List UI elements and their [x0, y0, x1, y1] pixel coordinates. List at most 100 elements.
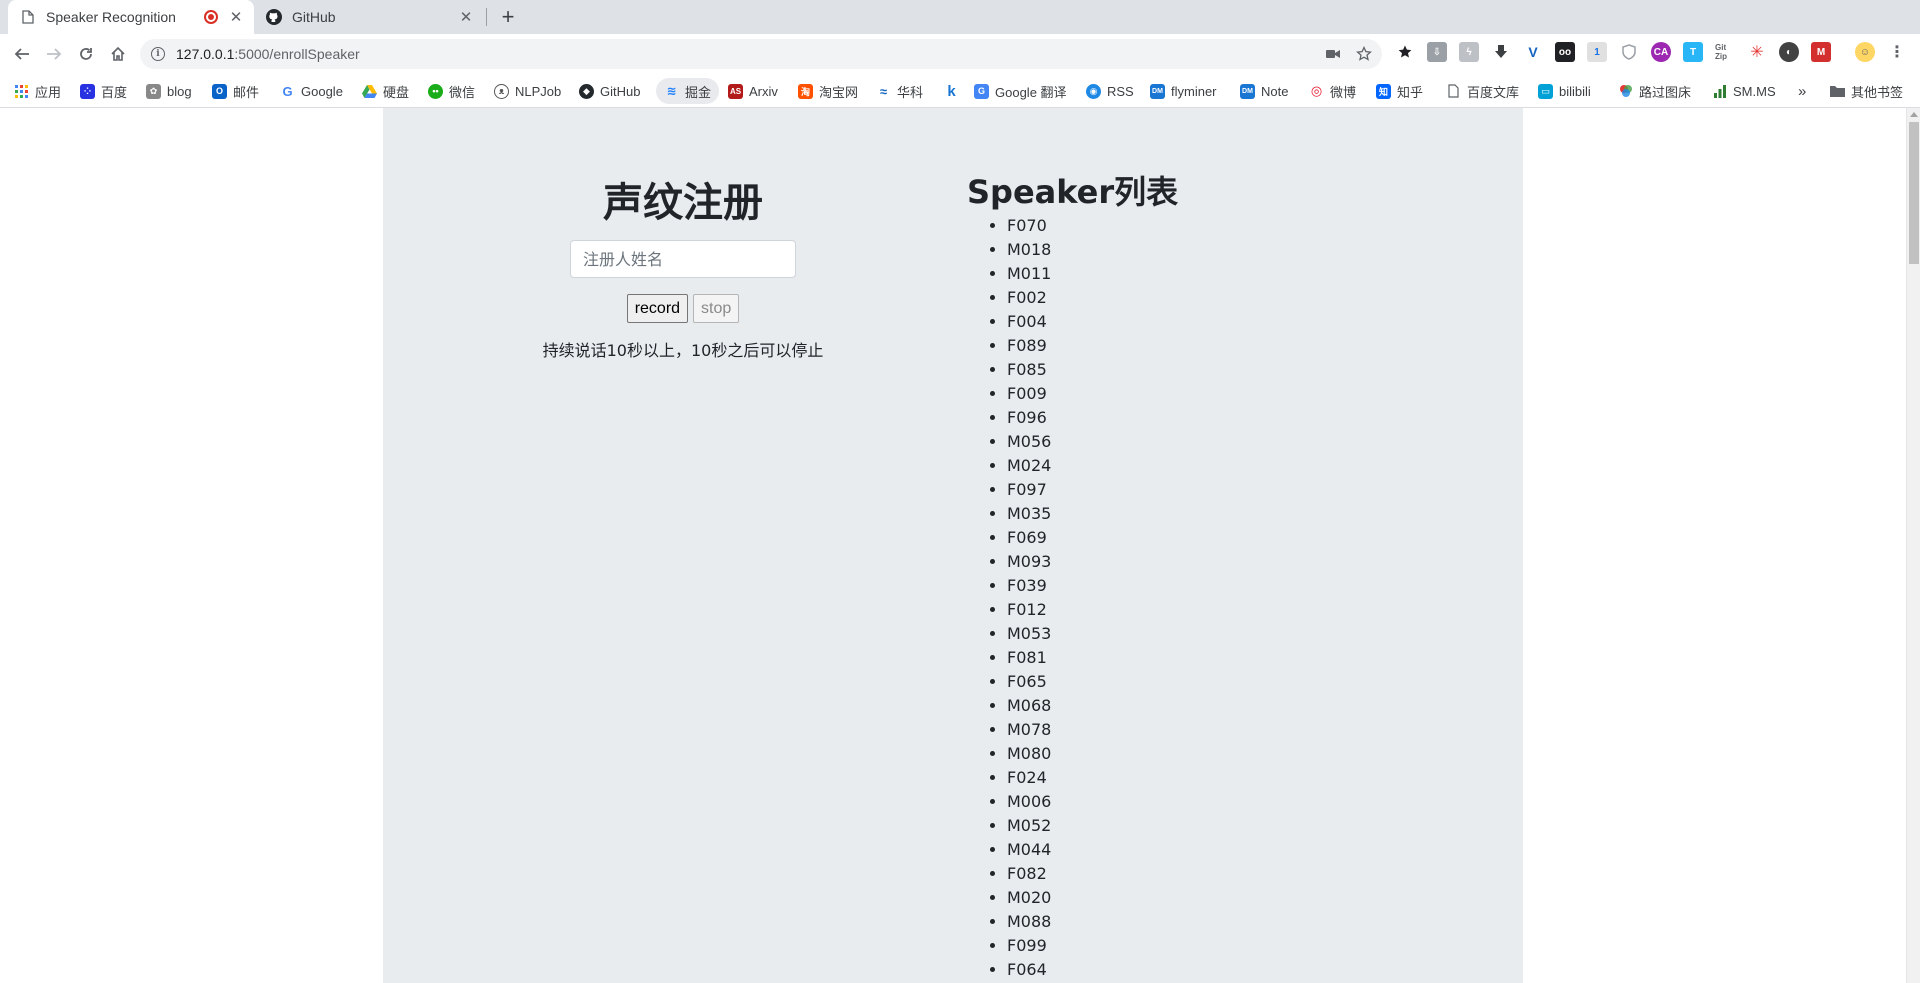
reload-icon	[80, 48, 92, 60]
speaker-list: F070M018M011F002F004F089F085F009F096M056…	[967, 214, 1367, 982]
speaker-list-item: F081	[1007, 646, 1367, 670]
translate-extension-icon[interactable]: T	[1683, 42, 1703, 62]
enroll-panel: 声纹注册 record stop 持续说话10秒以上，10秒之后可以停止	[383, 108, 983, 361]
hust-icon: ≈	[879, 83, 888, 99]
bookmark-google[interactable]: G Google	[280, 78, 342, 104]
speaker-list-title: Speaker列表	[967, 173, 1179, 211]
bookmark-drive[interactable]: 硬盘	[362, 78, 409, 104]
speaker-list-item: F082	[1007, 862, 1367, 886]
ca-extension-icon[interactable]: CA	[1651, 42, 1671, 62]
avatar[interactable]: ☺	[1855, 42, 1875, 62]
speaker-list-item: M080	[1007, 742, 1367, 766]
outlook-icon: O	[212, 83, 227, 99]
speaker-list-panel: Speaker列表 F070M018M011F002F004F089F085F0…	[967, 108, 1367, 982]
close-icon[interactable]: ✕	[456, 7, 476, 27]
flyminer-icon: DM	[1150, 83, 1165, 99]
stop-button[interactable]: stop	[693, 294, 740, 323]
home-icon	[111, 46, 125, 61]
badge-extension-icon[interactable]: 1	[1587, 42, 1607, 62]
close-icon[interactable]: ✕	[226, 7, 246, 27]
bookmark-nlpjob[interactable]: ᴥ NLPJob	[494, 78, 561, 104]
arrow-left-icon	[14, 48, 29, 60]
speaker-name-input[interactable]	[570, 240, 796, 278]
bookmark-bilibili[interactable]: ▭ bilibili	[1538, 78, 1591, 104]
speaker-list-item: F064	[1007, 958, 1367, 982]
recording-icon	[204, 10, 218, 24]
shield-icon[interactable]	[1619, 42, 1639, 62]
bookmark-flyminer[interactable]: DM flyminer	[1150, 78, 1217, 104]
bookmark-google-translate[interactable]: G Google 翻译	[974, 78, 1067, 104]
other-bookmarks-folder[interactable]: 其他书签	[1830, 78, 1903, 104]
bookmark-rss[interactable]: ◉ RSS	[1086, 78, 1134, 104]
bookmark-image-host[interactable]: 路过图床	[1618, 78, 1691, 104]
bookmark-hust[interactable]: ≈ 华科	[876, 78, 923, 104]
blog-icon: ✿	[146, 83, 161, 99]
vertical-scrollbar[interactable]	[1906, 108, 1920, 983]
tab-github[interactable]: GitHub ✕	[254, 0, 484, 34]
bookmarks-overflow-button[interactable]: »	[1798, 78, 1806, 104]
star-extension-icon[interactable]	[1395, 42, 1415, 62]
k-icon: k	[947, 82, 956, 100]
bookmark-juejin[interactable]: ≋ 掘金	[656, 78, 720, 104]
folder-icon	[1830, 84, 1845, 99]
speaker-list-item: M020	[1007, 886, 1367, 910]
speaker-list-item: M053	[1007, 622, 1367, 646]
tampermonkey-icon[interactable]: oo	[1555, 42, 1575, 62]
bookmark-baidu[interactable]: ⁘ 百度	[80, 78, 127, 104]
bookmark-taobao[interactable]: 淘淘宝网	[798, 78, 858, 104]
speaker-list-item: M035	[1007, 502, 1367, 526]
scroll-thumb[interactable]	[1909, 122, 1919, 264]
bookmark-star-icon[interactable]	[1356, 39, 1372, 69]
address-bar[interactable]: i 127.0.0.1:5000/enrollSpeaker	[140, 39, 1382, 69]
speaker-list-item: F012	[1007, 598, 1367, 622]
download-box-icon[interactable]: ⇩	[1427, 42, 1447, 62]
menu-dots-icon[interactable]: ⋮	[1887, 42, 1907, 62]
scroll-up-arrow-icon[interactable]	[1910, 112, 1918, 117]
bookmark-weibo[interactable]: ◎ 微博	[1309, 78, 1356, 104]
speaker-list-item: M006	[1007, 790, 1367, 814]
nlpjob-icon: ᴥ	[494, 83, 509, 99]
download-arrow-icon[interactable]	[1491, 42, 1511, 62]
speaker-list-item: F085	[1007, 358, 1367, 382]
weibo-icon: ◎	[1310, 83, 1323, 98]
bookmarks-bar: 应用 ⁘ 百度 ✿ blog O 邮件 G Google 硬盘 •• 微信 ᴥ NLPJob…	[0, 74, 1920, 108]
bookmark-wechat[interactable]: •• 微信	[428, 78, 475, 104]
record-button[interactable]: record	[626, 294, 689, 323]
speaker-list-item: F024	[1007, 766, 1367, 790]
v-extension-icon[interactable]: V	[1523, 42, 1543, 62]
circle-extension-icon[interactable]: ◐	[1779, 42, 1799, 62]
bookmark-note[interactable]: DM Note	[1240, 78, 1288, 104]
back-button[interactable]	[8, 40, 36, 68]
forward-button[interactable]	[40, 40, 68, 68]
juejin-icon: ≋	[666, 84, 677, 98]
bookmark-apps[interactable]: 应用	[14, 78, 61, 104]
lightning-extension-icon[interactable]: ϟ	[1459, 42, 1479, 62]
image-host-icon	[1618, 84, 1633, 99]
tab-speaker-recognition[interactable]: Speaker Recognition ✕	[8, 0, 254, 34]
reload-button[interactable]	[72, 40, 100, 68]
speaker-list-item: M088	[1007, 910, 1367, 934]
bookmark-zhihu[interactable]: 知知乎	[1376, 78, 1423, 104]
gitzip-icon[interactable]: Git Zip	[1715, 42, 1735, 62]
bookmark-smms[interactable]: SM.MS	[1712, 78, 1776, 104]
home-button[interactable]	[104, 40, 132, 68]
bookmark-blog[interactable]: ✿ blog	[146, 78, 192, 104]
bookmark-github[interactable]: ◆ GitHub	[579, 78, 640, 104]
camera-icon[interactable]	[1326, 39, 1340, 69]
tab-strip: Speaker Recognition ✕ GitHub ✕ +	[0, 0, 1920, 34]
info-icon[interactable]: i	[151, 47, 165, 61]
url-path: :5000/enrollSpeaker	[234, 46, 360, 62]
page-icon	[20, 9, 36, 25]
arxiv-icon: AS	[728, 83, 743, 99]
pinwheel-icon[interactable]: ✳	[1747, 42, 1767, 62]
bookmark-arxiv[interactable]: AS Arxiv	[728, 78, 778, 104]
m-extension-icon[interactable]: M	[1811, 42, 1831, 62]
bookmark-k[interactable]: k	[944, 78, 965, 104]
speaker-list-item: F009	[1007, 382, 1367, 406]
new-tab-button[interactable]: +	[496, 4, 520, 29]
speaker-list-item: M068	[1007, 694, 1367, 718]
bookmark-baidu-wenku[interactable]: 百度文库	[1446, 78, 1519, 104]
speaker-list-item: M011	[1007, 262, 1367, 286]
bookmark-mail[interactable]: O 邮件	[212, 78, 259, 104]
note-icon: DM	[1240, 83, 1255, 99]
